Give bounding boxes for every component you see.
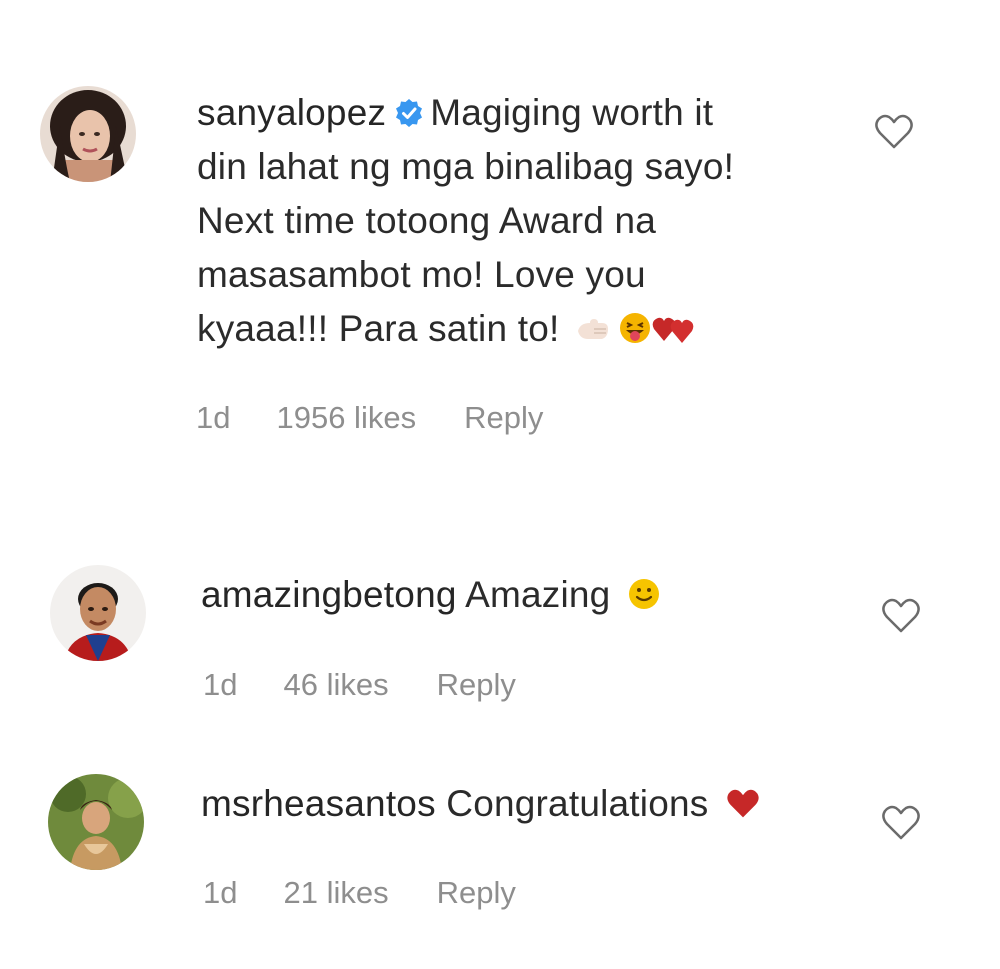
- like-heart-icon[interactable]: [874, 114, 914, 150]
- timestamp[interactable]: 1d: [203, 665, 237, 705]
- comment-text-line: Next time totoong Award na: [197, 200, 657, 241]
- comment-body: msrheasantos Congratulations: [201, 777, 761, 831]
- likes-count[interactable]: 21 likes: [283, 873, 388, 913]
- comment-text-line: Magiging worth it: [430, 92, 714, 133]
- comment-text-line: masasambot mo! Love you: [197, 254, 646, 295]
- likes-count[interactable]: 46 likes: [283, 665, 388, 705]
- comment-last-line: kyaaa!!! Para satin to!: [197, 302, 837, 356]
- comment-meta: 1d 1956 likes Reply: [196, 398, 543, 438]
- comment-text-line: kyaaa!!! Para satin to!: [197, 308, 560, 349]
- username[interactable]: amazingbetong: [201, 574, 457, 615]
- two-hearts-icon: [652, 311, 694, 345]
- like-heart-icon[interactable]: [881, 598, 921, 634]
- timestamp[interactable]: 1d: [203, 873, 237, 913]
- like-heart-icon[interactable]: [881, 805, 921, 841]
- comment-body: amazingbetong Amazing: [201, 568, 661, 622]
- comment-text: Congratulations: [446, 783, 709, 824]
- verified-badge-icon: [394, 98, 424, 128]
- comment-body: sanyalopez Magiging worth it din lahat ng…: [197, 86, 837, 356]
- username[interactable]: sanyalopez: [197, 92, 386, 133]
- comment-meta: 1d 46 likes Reply: [203, 665, 516, 705]
- reply-button[interactable]: Reply: [437, 873, 516, 913]
- red-heart-icon: [725, 788, 761, 820]
- likes-count[interactable]: 1956 likes: [276, 398, 416, 438]
- avatar[interactable]: [48, 774, 144, 870]
- avatar[interactable]: [40, 86, 136, 182]
- reply-button[interactable]: Reply: [437, 665, 516, 705]
- comments-list: sanyalopez Magiging worth it din lahat ng…: [0, 0, 1000, 969]
- comment-line-1: sanyalopez Magiging worth it: [197, 86, 837, 140]
- fist-icon: [576, 315, 616, 345]
- timestamp[interactable]: 1d: [196, 398, 230, 438]
- comment-text-line: din lahat ng mga binalibag sayo!: [197, 146, 735, 187]
- reply-button[interactable]: Reply: [464, 398, 543, 438]
- avatar[interactable]: [50, 565, 146, 661]
- comment-text: Amazing: [465, 574, 611, 615]
- username[interactable]: msrheasantos: [201, 783, 436, 824]
- tongue-out-face-icon: [618, 311, 652, 345]
- comment-meta: 1d 21 likes Reply: [203, 873, 516, 913]
- smiley-face-icon: [627, 577, 661, 611]
